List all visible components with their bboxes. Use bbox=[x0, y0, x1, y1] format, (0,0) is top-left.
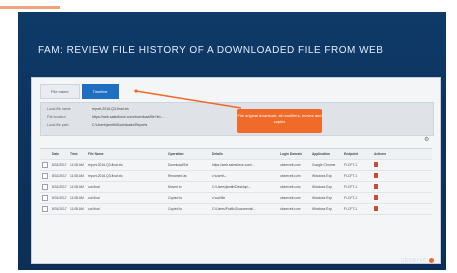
cell-login-domain: observeit.com bbox=[280, 207, 301, 211]
table-row[interactable]: 8/31/2017 11:08 AM out.final Copied to C:\Us… bbox=[40, 204, 432, 215]
cell-details[interactable]: C:\Users\jsmith\Desktop\... bbox=[210, 185, 278, 189]
row-checkbox[interactable] bbox=[40, 172, 50, 180]
timeline-table: Date Time File Name Operation Details Lo… bbox=[40, 148, 432, 215]
row-checkbox[interactable] bbox=[40, 183, 50, 191]
gear-icon[interactable]: ⚙ bbox=[424, 136, 432, 144]
trash-icon[interactable] bbox=[374, 206, 378, 211]
cell-operation: Copied to bbox=[168, 196, 183, 200]
row-actions bbox=[372, 162, 392, 168]
cell-login-domain: observeit.com bbox=[280, 196, 301, 200]
header-details[interactable]: Details bbox=[210, 152, 278, 156]
cell-date: 8/31/2017 bbox=[52, 196, 67, 200]
tab-file-name[interactable]: File name bbox=[40, 84, 80, 99]
cell-endpoint: FI-CFT-1 bbox=[344, 163, 358, 167]
row-checkbox[interactable] bbox=[40, 194, 50, 202]
cell-time: 11:08 AM bbox=[70, 163, 84, 167]
cell-file-name: out.final bbox=[88, 196, 100, 200]
cell-file-name: out.final bbox=[88, 185, 100, 189]
cell-endpoint: FI-CFT-1 bbox=[344, 185, 358, 189]
info-label: Local file path bbox=[47, 123, 69, 127]
cell-login-domain: observeit.com bbox=[280, 163, 301, 167]
header-time[interactable]: Time bbox=[68, 152, 86, 156]
cell-file-name: report-2016-Q3-final.xls bbox=[88, 163, 123, 167]
cell-date: 8/31/2017 bbox=[52, 174, 67, 178]
cell-time: 11:08 AM bbox=[70, 196, 84, 200]
info-value: https://web.salesforce.com/download/file… bbox=[91, 115, 165, 119]
trash-icon[interactable] bbox=[374, 195, 378, 200]
cell-application: Google Chrome bbox=[312, 163, 336, 167]
cell-details[interactable]: c:\out\file bbox=[210, 196, 278, 200]
cell-operation: Download/Ext bbox=[168, 163, 189, 167]
top-accent-line bbox=[0, 6, 60, 9]
cell-file-name: out.final bbox=[88, 207, 100, 211]
annotation-callout: File original download, all modifiers, m… bbox=[237, 109, 322, 133]
row-actions bbox=[372, 184, 392, 190]
info-label: File location bbox=[47, 115, 66, 119]
trash-icon[interactable] bbox=[374, 173, 378, 178]
cell-application: Windows Exp bbox=[312, 185, 332, 189]
info-row-local-file-path: Local file path C:\Users\jsmith\Download… bbox=[47, 123, 147, 129]
checkbox-icon[interactable] bbox=[42, 161, 48, 168]
row-checkbox[interactable] bbox=[40, 161, 50, 169]
info-row-file-location: File location https://web.salesforce.com… bbox=[47, 115, 164, 121]
cell-time: 11:08 AM bbox=[70, 185, 84, 189]
header-endpoint[interactable]: Endpoint bbox=[342, 152, 372, 156]
cell-time: 11:08 AM bbox=[70, 207, 84, 211]
cell-login-domain: observeit.com bbox=[280, 185, 301, 189]
header-date[interactable]: Date bbox=[50, 152, 68, 156]
top-strip bbox=[0, 0, 457, 11]
cell-login-domain: observeit.com bbox=[280, 174, 301, 178]
row-actions bbox=[372, 195, 392, 201]
cell-endpoint: FI-CFT-1 bbox=[344, 196, 358, 200]
info-value: report-2016-Q3-final.xls bbox=[91, 107, 129, 111]
info-row-local-file-name: Local file name report-2016-Q3-final.xls bbox=[47, 107, 129, 113]
cell-operation: Copied to bbox=[168, 207, 183, 211]
slide-headline: FAM: REVIEW FILE HISTORY OF A DOWNLOADED… bbox=[38, 45, 384, 56]
tab-timeline[interactable]: Timeline bbox=[81, 84, 119, 99]
cell-application: Windows Exp bbox=[312, 207, 332, 211]
table-row[interactable]: 8/31/2017 11:08 AM report-2016-Q3-final.xl… bbox=[40, 160, 432, 171]
table-row[interactable]: 8/31/2017 11:08 AM report-2016-Q3-final.xl… bbox=[40, 171, 432, 182]
tab-bar: File name Timeline bbox=[40, 84, 121, 99]
cell-details[interactable]: https://web.salesforce.com/... bbox=[210, 163, 278, 167]
table-header-row: Date Time File Name Operation Details Lo… bbox=[40, 149, 432, 160]
table-body: 8/31/2017 11:08 AM report-2016-Q3-final.xl… bbox=[40, 160, 432, 215]
header-actions: Actions bbox=[374, 152, 387, 156]
cell-file-name: report-2016-Q3-final.xls bbox=[88, 174, 123, 178]
header-operation[interactable]: Operation bbox=[166, 152, 210, 156]
brand-logo: observe bbox=[401, 257, 434, 264]
trash-icon[interactable] bbox=[374, 162, 378, 167]
slide: FAM: REVIEW FILE HISTORY OF A DOWNLOADED… bbox=[18, 12, 446, 270]
cell-application: Windows Exp bbox=[312, 174, 332, 178]
header-application[interactable]: Application bbox=[310, 152, 342, 156]
cell-date: 8/31/2017 bbox=[52, 207, 67, 211]
cell-operation: Moved to bbox=[168, 185, 182, 189]
cell-details[interactable]: C:\Users\Public\Documents\... bbox=[210, 207, 278, 211]
header-file-name[interactable]: File Name bbox=[86, 152, 166, 156]
cell-details[interactable]: c:\users\... bbox=[210, 174, 278, 178]
checkbox-icon[interactable] bbox=[42, 194, 48, 201]
header-login-domain[interactable]: Login Domain bbox=[278, 152, 310, 156]
cell-application: Windows Exp bbox=[312, 196, 332, 200]
checkbox-icon[interactable] bbox=[42, 205, 48, 212]
trash-icon[interactable] bbox=[374, 184, 378, 189]
cell-date: 8/31/2017 bbox=[52, 163, 67, 167]
row-actions bbox=[372, 206, 392, 212]
logo-mark-icon bbox=[429, 257, 434, 263]
row-actions bbox=[372, 173, 392, 179]
checkbox-icon[interactable] bbox=[42, 172, 48, 179]
cell-endpoint: FI-CFT-1 bbox=[344, 207, 358, 211]
app-panel: File name Timeline Local file name repor… bbox=[31, 77, 441, 264]
checkbox-icon[interactable] bbox=[42, 183, 48, 190]
info-value: C:\Users\jsmith\Downloads\Reports bbox=[91, 123, 148, 127]
cell-operation: Renamed as bbox=[168, 174, 187, 178]
logo-text: observe bbox=[400, 257, 427, 264]
table-row[interactable]: 8/31/2017 11:08 AM out.final Copied to c:\ou… bbox=[40, 193, 432, 204]
cell-date: 8/31/2017 bbox=[52, 185, 67, 189]
info-label: Local file name bbox=[47, 107, 71, 111]
row-checkbox[interactable] bbox=[40, 205, 50, 213]
cell-endpoint: FI-CFT-1 bbox=[344, 174, 358, 178]
table-row[interactable]: 8/31/2017 11:08 AM out.final Moved to C:\Use… bbox=[40, 182, 432, 193]
cell-time: 11:08 AM bbox=[70, 174, 84, 178]
